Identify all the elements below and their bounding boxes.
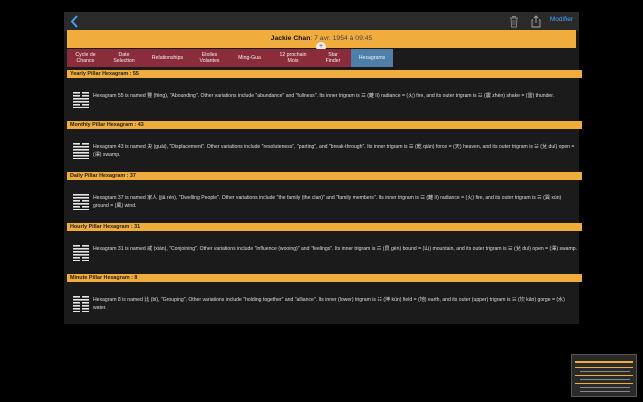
trash-icon[interactable]	[508, 15, 520, 28]
tab-label: Relationships	[151, 55, 184, 61]
section-header-daily: Daily Pillar Hexagram : 37	[67, 172, 582, 180]
thumbnail-row	[580, 371, 630, 372]
tab-label: 12 prochain Mois	[279, 52, 307, 64]
hexagram-lines-icon	[73, 245, 89, 261]
thumbnail-row	[575, 367, 633, 368]
section-header-minute: Minute Pillar Hexagram : 8	[67, 274, 582, 282]
section-header-hourly: Hourly Pillar Hexagram : 31	[67, 223, 582, 231]
thumbnail-row	[580, 379, 630, 380]
hexagram-description: Hexagram 37 is named 家人 (jiā rén), "Dwel…	[93, 195, 562, 209]
window-thumbnail[interactable]	[571, 354, 637, 397]
tab-label: Cycle de Chance	[75, 52, 96, 64]
hexagram-lines-icon	[73, 92, 89, 108]
tab-relationships[interactable]: Relationships	[144, 49, 191, 67]
tab-label: Ming-Gua	[238, 55, 261, 61]
section-body-hourly: Hexagram 31 is named 咸 (xián), "Conjoini…	[67, 232, 579, 270]
thumbnail-row	[575, 375, 633, 376]
section-header-yearly: Yearly Pillar Hexagram : 55	[67, 70, 582, 78]
share-icon[interactable]	[530, 15, 542, 28]
thumbnail-row	[575, 383, 633, 384]
profile-name: Jackie Chan	[270, 35, 311, 42]
thumbnail-row	[580, 387, 630, 388]
hexagram-description: Hexagram 43 is named 夬 (guài), "Displace…	[93, 144, 575, 158]
tab-etoiles-volantes[interactable]: Etoiles Volantes	[191, 49, 228, 67]
chevron-left-icon[interactable]	[68, 14, 82, 29]
tab-cycle-de-chance[interactable]: Cycle de Chance	[67, 49, 104, 67]
tab-label: Hexagrams	[358, 55, 386, 61]
hexagram-lines-icon	[73, 194, 89, 210]
hexagram-lines-icon	[73, 143, 89, 159]
section-body-daily: Hexagram 37 is named 家人 (jiā rén), "Dwel…	[67, 181, 579, 219]
toolbar: Modifier	[64, 12, 579, 31]
section-body-minute: Hexagram 8 is named 比 (bǐ), "Grouping". …	[67, 283, 579, 321]
tab-label: Star Finder	[325, 52, 341, 64]
section-header-monthly: Monthly Pillar Hexagram : 43	[67, 121, 582, 129]
thumbnail-banner	[575, 361, 633, 363]
tab-ming-gua[interactable]: Ming-Gua	[228, 49, 271, 67]
section-body-monthly: Hexagram 43 is named 夬 (guài), "Displace…	[67, 130, 579, 168]
hexagram-description: Hexagram 31 is named 咸 (xián), "Conjoini…	[93, 246, 578, 252]
tab-label: Etoiles Volantes	[199, 52, 220, 64]
modifier-button[interactable]: Modifier	[550, 16, 573, 23]
tab-hexagrams[interactable]: Hexagrams	[351, 49, 393, 67]
tab-date-selection[interactable]: Date Selection	[104, 49, 144, 67]
app-window: Modifier Jackie Chan: 7 avr. 1954 à 09:4…	[64, 12, 582, 324]
hexagram-lines-icon	[73, 296, 89, 312]
tab-label: Date Selection	[113, 52, 135, 64]
tab-star-finder[interactable]: Star Finder	[315, 49, 351, 67]
tab-bar: Cycle de Chance Date Selection Relations…	[67, 49, 393, 67]
section-body-yearly: Hexagram 55 is named 豐 (fēng), "Aboundin…	[67, 79, 579, 117]
hexagram-description: Hexagram 8 is named 比 (bǐ), "Grouping". …	[93, 297, 565, 311]
tab-12-prochain-mois[interactable]: 12 prochain Mois	[271, 49, 315, 67]
thumbnail-row	[580, 391, 630, 392]
hexagram-description: Hexagram 55 is named 豐 (fēng), "Aboundin…	[93, 93, 555, 99]
profile-birth-date: : 7 avr. 1954 à 09:45	[310, 35, 373, 42]
